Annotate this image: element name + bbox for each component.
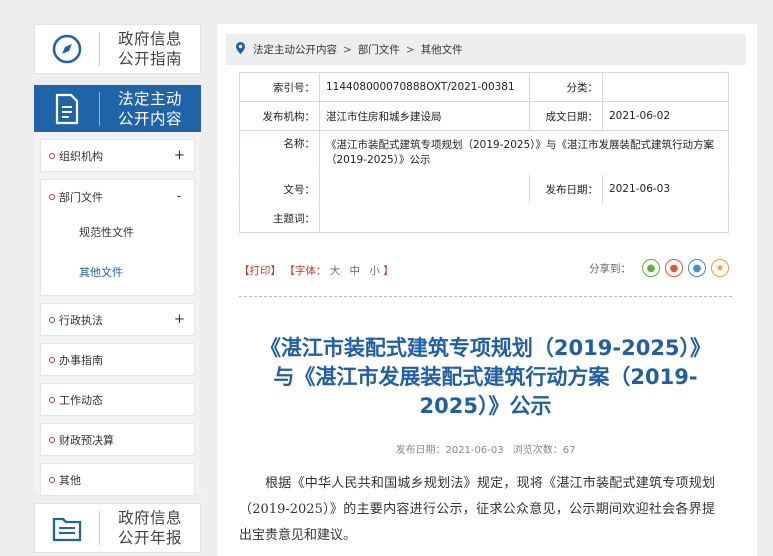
- active-disclosure-banner[interactable]: 法定主动 公开内容: [34, 85, 201, 132]
- annual-report-banner[interactable]: 政府信息 公开年报: [34, 503, 201, 553]
- document-name: 《湛江市装配式建筑专项规划（2019-2025）》与《湛江市发展装配式建筑行动方…: [319, 130, 729, 175]
- bullet-icon: [49, 193, 55, 200]
- compass-icon: [35, 25, 99, 73]
- font-medium-button[interactable]: 中: [350, 265, 361, 277]
- doc-number-value: [319, 174, 530, 204]
- font-small-button[interactable]: 小: [369, 265, 380, 277]
- breadcrumb-item[interactable]: 法定主动公开内容: [253, 42, 337, 57]
- font-large-button[interactable]: 大: [330, 265, 341, 277]
- guide-banner[interactable]: 政府信息 公开指南: [34, 24, 201, 74]
- date-made-value: 2021-06-02: [602, 101, 729, 131]
- sidebar-item-law-enforcement[interactable]: 行政执法 +: [40, 303, 195, 336]
- article-tools: 【打印】 【字体： 大 中 小 】 分享到： ● ● ● ★: [239, 259, 729, 277]
- view-count: 浏览次数：67: [512, 445, 576, 456]
- divider: [239, 296, 732, 297]
- publisher-value: 湛江市住房和城乡建设局: [319, 101, 530, 131]
- folder-icon: [35, 504, 99, 552]
- article-title: 《湛江市装配式建筑专项规划（2019-2025）》 与《湛江市发展装配式建筑行动…: [259, 336, 712, 418]
- sidebar-subitem-normative[interactable]: 规范性文件: [41, 213, 194, 253]
- bullet-icon: [49, 436, 55, 443]
- location-pin-icon: [236, 42, 245, 57]
- bullet-icon: [49, 396, 55, 403]
- expand-icon[interactable]: +: [174, 312, 185, 327]
- document-icon: [35, 86, 99, 131]
- collapse-icon[interactable]: -: [174, 189, 184, 204]
- weibo-icon[interactable]: ●: [665, 259, 683, 277]
- sidebar-item-work-news[interactable]: 工作动态: [40, 383, 195, 416]
- expand-icon[interactable]: +: [174, 148, 185, 163]
- report-banner-label: 政府信息 公开年报: [117, 509, 182, 547]
- publish-date-value: 2021-06-03: [602, 174, 729, 204]
- document-info-table: 索引号： 114408000070888OXT/2021-00381 分类： 发…: [239, 72, 729, 233]
- breadcrumb: 法定主动公开内容 > 部门文件 > 其他文件: [226, 34, 746, 65]
- breadcrumb-item[interactable]: 其他文件: [421, 42, 463, 57]
- sidebar-item-organization[interactable]: 组织机构 +: [40, 139, 195, 172]
- qq-icon[interactable]: ●: [688, 259, 706, 277]
- guide-banner-label: 政府信息 公开指南: [117, 30, 182, 68]
- sidebar-item-service-guide[interactable]: 办事指南: [40, 343, 195, 376]
- article-body: 根据《中华人民共和国城乡规划法》规定，现将《湛江市装配式建筑专项规划（2019-…: [239, 476, 715, 543]
- left-sidebar: 政府信息 公开指南 法定主动 公开内容 组织机构 + 部门文件 - 规范性文件 …: [0, 0, 210, 556]
- bullet-icon: [49, 476, 55, 483]
- sidebar-subitem-other-files[interactable]: 其他文件: [41, 253, 194, 293]
- bullet-icon: [49, 356, 55, 363]
- active-banner-label: 法定主动 公开内容: [117, 89, 182, 128]
- index-number: 114408000070888OXT/2021-00381: [319, 72, 530, 102]
- main-content: 法定主动公开内容 > 部门文件 > 其他文件 索引号： 114408000070…: [217, 24, 757, 556]
- bullet-icon: [49, 152, 55, 159]
- category-value: [602, 72, 729, 102]
- bullet-icon: [49, 316, 55, 323]
- print-button[interactable]: 【打印】: [239, 265, 281, 277]
- sidebar-item-budget[interactable]: 财政预决算: [40, 423, 195, 456]
- share-bar: 分享到： ● ● ● ★: [589, 259, 729, 277]
- wechat-icon[interactable]: ●: [642, 259, 660, 277]
- breadcrumb-item[interactable]: 部门文件: [358, 42, 400, 57]
- sidebar-item-other[interactable]: 其他: [40, 463, 195, 496]
- qzone-icon[interactable]: ★: [711, 259, 729, 277]
- article-meta: 发布日期：2021-06-03 浏览次数：67: [239, 441, 732, 456]
- subject-value: [319, 203, 729, 233]
- sidebar-menu: 组织机构 + 部门文件 - 规范性文件 其他文件 行政执法 + 办事指南 工作动…: [34, 132, 201, 496]
- article-date: 发布日期：2021-06-03: [395, 445, 504, 456]
- sidebar-item-department-files[interactable]: 部门文件 - 规范性文件 其他文件: [40, 179, 195, 296]
